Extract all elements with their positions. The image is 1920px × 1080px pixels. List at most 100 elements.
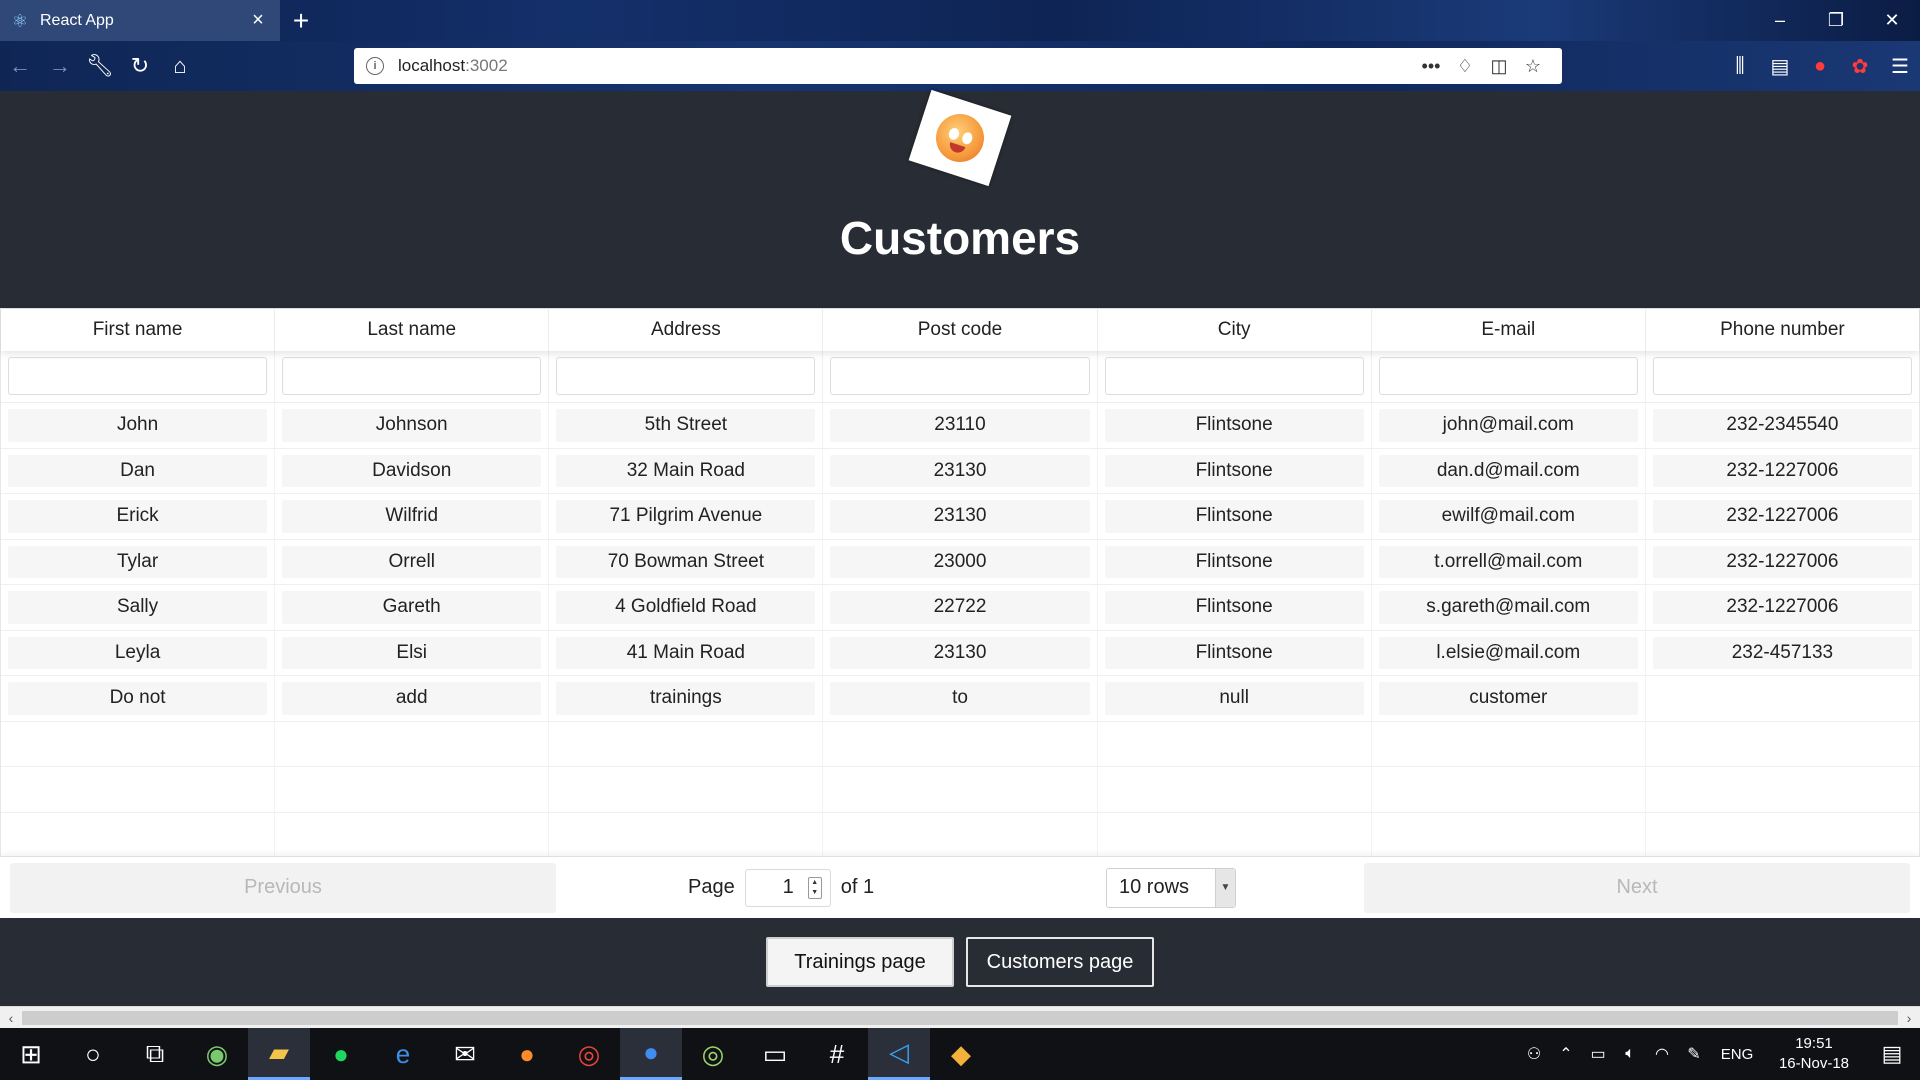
- minimize-button[interactable]: –: [1752, 0, 1808, 41]
- column-header-city[interactable]: City: [1098, 309, 1372, 351]
- address-bar[interactable]: i localhost :3002 ••• ♢ ◫ ☆: [354, 48, 1562, 84]
- lightbulb-icon[interactable]: ♢: [1448, 56, 1482, 77]
- table-cell: 5th Street: [549, 403, 824, 448]
- page-title: Customers: [839, 212, 1081, 264]
- search-icon[interactable]: ○: [62, 1028, 124, 1080]
- library-icon[interactable]: ⫼: [1720, 55, 1760, 78]
- fingerprint-app-icon[interactable]: ◎: [682, 1028, 744, 1080]
- scrollbar-thumb[interactable]: [22, 1010, 1898, 1025]
- column-header-post-code[interactable]: Post code: [823, 309, 1098, 351]
- page-label: Page: [688, 876, 735, 898]
- column-header-last-name[interactable]: Last name: [275, 309, 550, 351]
- vscode-icon[interactable]: ◁: [868, 1028, 930, 1080]
- chrome-icon[interactable]: ◎: [558, 1028, 620, 1080]
- cell-value: Sally: [8, 591, 268, 624]
- close-window-button[interactable]: ✕: [1864, 0, 1920, 41]
- filter-city-input[interactable]: [1104, 357, 1364, 395]
- filter-last-name-input[interactable]: [282, 357, 542, 395]
- filter-post-code-input[interactable]: [830, 357, 1090, 395]
- table-row[interactable]: Dan Davidson 32 Main Road 23130 Flintsone dan…: [1, 448, 1919, 494]
- filter-first-name-input[interactable]: [8, 357, 268, 395]
- slack-icon[interactable]: #: [806, 1028, 868, 1080]
- page-number-input[interactable]: 1 ▲ ▼: [744, 868, 831, 907]
- cell-value: 5th Street: [556, 409, 816, 442]
- pocket-icon[interactable]: ◫: [1482, 56, 1516, 77]
- filter-address-input[interactable]: [556, 357, 816, 395]
- menu-icon[interactable]: ☰: [1880, 54, 1920, 79]
- column-header-address[interactable]: Address: [549, 309, 824, 351]
- column-header-first-name[interactable]: First name: [1, 309, 276, 351]
- task-view-icon[interactable]: ⧉: [124, 1028, 186, 1080]
- restore-button[interactable]: ❐: [1808, 0, 1864, 41]
- firefox-dev-icon[interactable]: ●: [620, 1028, 682, 1080]
- forward-button[interactable]: →: [40, 46, 80, 86]
- globe-app-icon[interactable]: ◉: [186, 1028, 248, 1080]
- bookmark-star-icon[interactable]: ☆: [1516, 56, 1550, 77]
- table-cell: [275, 812, 550, 857]
- cell-value: Do not: [8, 682, 268, 715]
- notification-icon[interactable]: ▤: [1864, 1041, 1920, 1067]
- sidebar-icon[interactable]: ▤: [1760, 54, 1800, 79]
- table-cell: John: [1, 403, 276, 448]
- info-icon[interactable]: i: [366, 57, 384, 75]
- wrench-icon[interactable]: 🔧︎: [80, 46, 120, 86]
- previous-button[interactable]: Previous: [10, 862, 556, 913]
- scroll-left-icon[interactable]: ‹: [0, 1010, 22, 1026]
- table-row[interactable]: Sally Gareth 4 Goldfield Road 22722 Flintson…: [1, 585, 1919, 631]
- home-button[interactable]: ⌂: [160, 46, 200, 86]
- volume-icon[interactable]: 🔈︎: [1614, 1045, 1646, 1063]
- page-spinner-icon[interactable]: ▲ ▼: [807, 876, 822, 899]
- customers-page-button[interactable]: Customers page: [966, 937, 1154, 987]
- back-button[interactable]: ←: [0, 46, 40, 86]
- mail-icon[interactable]: ✉: [434, 1028, 496, 1080]
- table-row[interactable]: Erick Wilfrid 71 Pilgrim Avenue 23130 Flints…: [1, 494, 1919, 540]
- cell-value: 23130: [830, 500, 1090, 533]
- cell-value: to: [830, 682, 1090, 715]
- cell-value: [282, 819, 541, 852]
- filter-phone-input[interactable]: [1652, 357, 1912, 395]
- people-icon[interactable]: ⚇: [1518, 1044, 1550, 1064]
- terminal-icon[interactable]: ▭: [744, 1028, 806, 1080]
- battery-icon[interactable]: ▭: [1582, 1044, 1614, 1064]
- table-row[interactable]: John Johnson 5th Street 23110 Flintsone john@…: [1, 403, 1919, 449]
- trainings-page-button[interactable]: Trainings page: [766, 937, 954, 987]
- pagination-bar: Previous Page 1 ▲ ▼ of 1 10 rows ▼ Next: [0, 856, 1920, 918]
- firefox-icon[interactable]: ●: [496, 1028, 558, 1080]
- filter-email-input[interactable]: [1378, 357, 1638, 395]
- git-icon[interactable]: ◆: [930, 1028, 992, 1080]
- next-button[interactable]: Next: [1364, 862, 1910, 913]
- wifi-icon[interactable]: ◠: [1646, 1044, 1678, 1064]
- rows-per-page-select[interactable]: 10 rows ▼: [1106, 867, 1236, 908]
- edge-icon[interactable]: e: [372, 1028, 434, 1080]
- table-cell: dan.d@mail.com: [1372, 448, 1646, 493]
- cell-value: Flintsone: [1104, 500, 1364, 533]
- table-cell: Do not: [1, 676, 276, 721]
- pen-icon[interactable]: ✎: [1678, 1044, 1710, 1064]
- extension-icon[interactable]: ✿: [1840, 54, 1880, 79]
- cell-value: Johnson: [282, 409, 542, 442]
- tray-chevron-icon[interactable]: ⌃: [1550, 1044, 1582, 1064]
- table-row[interactable]: Do not add trainings to null customer: [1, 676, 1919, 722]
- file-explorer-icon[interactable]: ▰: [248, 1028, 310, 1080]
- language-indicator[interactable]: ENG: [1710, 1046, 1764, 1063]
- adblock-icon[interactable]: ●: [1800, 55, 1840, 78]
- table-row[interactable]: Tylar Orrell 70 Bowman Street 23000 Flintson…: [1, 539, 1919, 585]
- table-row[interactable]: [1, 812, 1919, 858]
- table-row[interactable]: [1, 767, 1919, 813]
- spotify-icon[interactable]: ●: [310, 1028, 372, 1080]
- new-tab-button[interactable]: +: [280, 0, 322, 41]
- table-cell: [1646, 813, 1919, 858]
- column-header-email[interactable]: E-mail: [1372, 309, 1646, 351]
- table-cell: 71 Pilgrim Avenue: [549, 494, 824, 539]
- table-row[interactable]: [1, 721, 1919, 767]
- horizontal-scrollbar[interactable]: ‹ ›: [0, 1006, 1920, 1028]
- table-row[interactable]: Leyla Elsi 41 Main Road 23130 Flintsone l.els…: [1, 630, 1919, 676]
- close-tab-icon[interactable]: ×: [246, 9, 270, 32]
- clock[interactable]: 19:51 16-Nov-18: [1764, 1034, 1864, 1074]
- column-header-phone[interactable]: Phone number: [1646, 309, 1919, 351]
- browser-tab[interactable]: ⚛ React App ×: [0, 0, 280, 41]
- windows-start-icon[interactable]: ⊞: [0, 1028, 62, 1080]
- scroll-right-icon[interactable]: ›: [1898, 1010, 1920, 1026]
- reload-button[interactable]: ↻: [120, 46, 160, 86]
- page-actions-icon[interactable]: •••: [1414, 56, 1448, 77]
